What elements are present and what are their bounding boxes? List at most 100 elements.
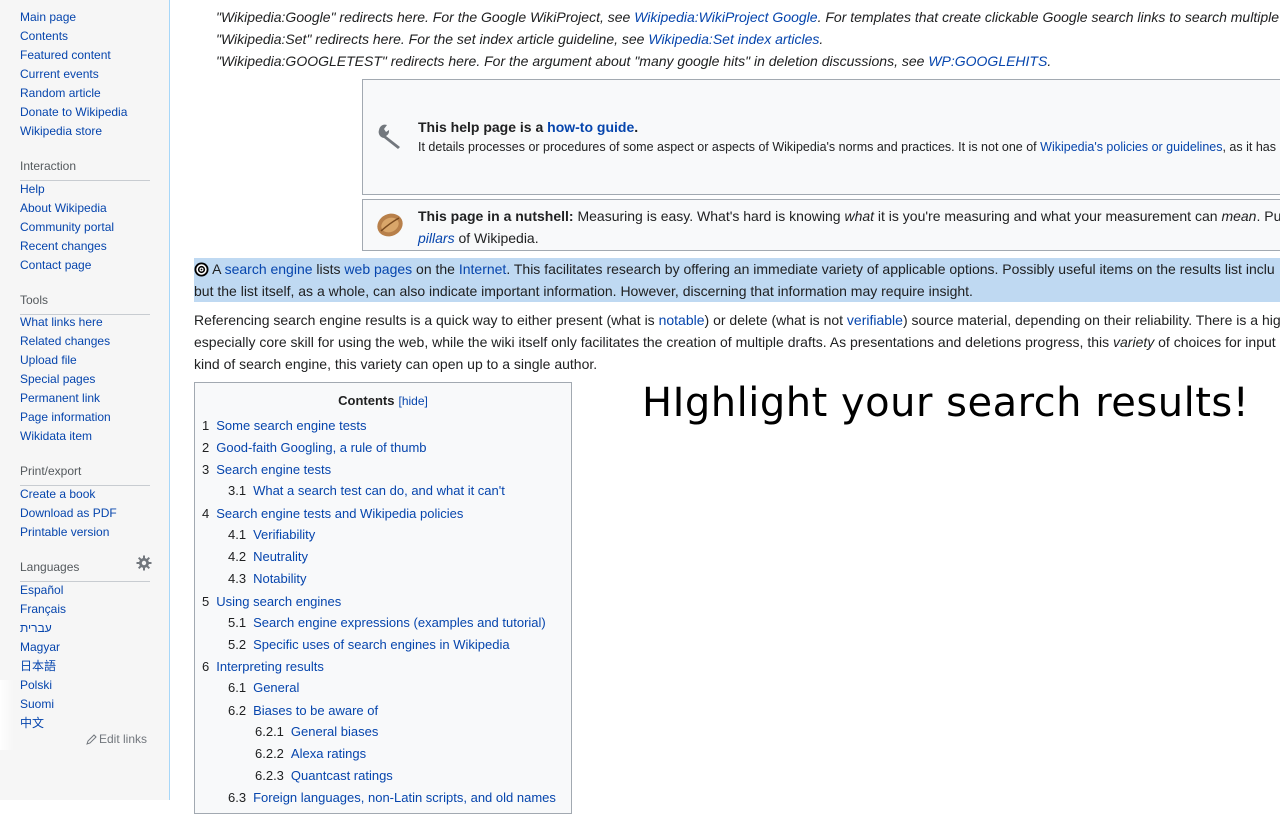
verifiable-link[interactable]: verifiable [847,312,903,328]
paragraph-text: of choices for input [1154,334,1276,350]
sidebar-link[interactable]: What links here [20,315,103,329]
sidebar-link[interactable]: Help [20,182,45,196]
hatnote-link[interactable]: Wikipedia:Set index articles [648,31,819,47]
sidebar-link[interactable]: Random article [20,86,101,100]
toc-item[interactable]: 4.2 Neutrality [228,549,308,564]
toc-item[interactable]: 6 Interpreting results [202,659,324,674]
toc-item[interactable]: 4.3 Notability [228,571,307,586]
language-link[interactable]: 中文 [20,716,44,730]
toc-item[interactable]: 6.2.3 Quantcast ratings [255,768,393,783]
sidebar-link[interactable]: About Wikipedia [20,201,107,215]
policies-link[interactable]: Wikipedia's policies or guidelines [1040,140,1222,154]
language-link[interactable]: Polski [20,678,52,692]
hatnote: "Wikipedia:Set" redirects here. For the … [216,28,823,50]
sidebar-link[interactable]: Wikidata item [20,429,92,443]
hatnote-link[interactable]: WP:GOOGLEHITS [928,53,1047,69]
sidebar-link[interactable]: Upload file [20,353,77,367]
howto-guide-box: This help page is a how-to guide. It det… [362,79,1280,195]
highlight-banner: HIghlight your search results! [642,380,1250,426]
toc-item[interactable]: 6.2.2 Alexa ratings [255,746,366,761]
hatnote-text: . [819,31,824,47]
toc-item[interactable]: 3.1 What a search test can do, and what i… [228,483,505,498]
sidebar-link[interactable]: Printable version [20,525,109,539]
paragraph-text: ) source material, depending on their re… [902,312,1280,328]
sidebar-heading-languages: Languages [20,559,150,582]
hatnote-text: "Wikipedia:GOOGLETEST" redirects here. F… [216,53,929,69]
paragraph-text: lists [312,261,345,277]
hatnote-text: "Wikipedia:Google" redirects here. For t… [216,9,635,25]
language-link[interactable]: Français [20,602,66,616]
main-content: "Wikipedia:Google" redirects here. For t… [170,0,1280,814]
sidebar-navigation: Main page Contents Featured content Curr… [0,8,169,141]
howto-description: It details processes or procedures of so… [418,140,1276,154]
toc-item[interactable]: 5.2 Specific uses of search engines in Wi… [228,637,510,652]
nutshell-text: Measuring is easy. What's hard is knowin… [573,208,845,224]
sidebar-tools: What links here Related changes Upload f… [0,313,169,446]
language-link[interactable]: Español [20,583,63,597]
wrench-icon [378,124,400,149]
internet-link[interactable]: Internet [459,261,506,277]
sidebar-link[interactable]: Current events [20,67,99,81]
sidebar-link[interactable]: Create a book [20,487,95,501]
sidebar-link[interactable]: Contact page [20,258,91,272]
language-link[interactable]: 日本語 [20,659,56,673]
sidebar-link[interactable]: Donate to Wikipedia [20,105,127,119]
web-pages-link[interactable]: web pages [344,261,412,277]
nutshell-text: . Pu [1256,208,1280,224]
search-engine-link[interactable]: search engine [225,261,313,277]
sidebar-print: Create a book Download as PDF Printable … [0,485,169,542]
toc-hide-toggle[interactable]: [hide] [398,394,427,408]
walnut-icon [377,213,403,237]
language-link[interactable]: Suomi [20,697,54,711]
sidebar-link[interactable]: Contents [20,29,68,43]
sidebar-link[interactable]: Main page [20,10,76,24]
sidebar-link[interactable]: Permanent link [20,391,100,405]
howto-text: It details processes or procedures of so… [418,140,1041,154]
sidebar-link[interactable]: Wikipedia store [20,124,102,138]
paragraph-text: on the [412,261,459,277]
sidebar-link[interactable]: Download as PDF [20,506,117,520]
hatnote-text: . [1047,53,1052,69]
nutshell-box: This page in a nutshell: Measuring is ea… [362,199,1280,251]
gear-icon[interactable] [136,555,152,571]
sidebar-link[interactable]: Community portal [20,220,114,234]
toc-item[interactable]: 6.1 General [228,680,299,695]
hatnote: "Wikipedia:GOOGLETEST" redirects here. F… [216,50,1051,72]
howto-title: This help page is a how-to guide. [418,119,638,135]
language-link[interactable]: Magyar [20,640,60,654]
toc-item[interactable]: 6.2 Biases to be aware of [228,703,378,718]
toc-title: Contents [hide] [195,393,571,408]
nutshell-line: pillars of Wikipedia. [418,227,539,249]
toc-item[interactable]: 6.3 Foreign languages, non-Latin scripts,… [228,790,556,805]
toc-item[interactable]: 4 Search engine tests and Wikipedia polic… [202,506,463,521]
hatnote-link[interactable]: Wikipedia:WikiProject Google [634,9,817,25]
sidebar-link[interactable]: Recent changes [20,239,107,253]
sidebar-link[interactable]: Special pages [20,372,95,386]
pillars-link[interactable]: pillars [418,230,455,246]
paragraph-line: but the list itself, as a whole, can als… [194,283,973,299]
paragraph-text: Referencing search engine results is a q… [194,312,659,328]
toc-item[interactable]: 5 Using search engines [202,594,341,609]
toc-item[interactable]: 1 Some search engine tests [202,418,367,433]
table-of-contents: Contents [hide] 1 Some search engine tests… [194,382,572,814]
sidebar-heading-interaction: Interaction [20,158,150,181]
toc-item[interactable]: 3 Search engine tests [202,462,331,477]
paragraph-line: Referencing search engine results is a q… [194,309,1280,331]
language-link[interactable]: עברית [20,621,52,635]
pencil-icon [86,733,97,745]
toc-item[interactable]: 2 Good-faith Googling, a rule of thumb [202,440,427,455]
sidebar-interaction: Help About Wikipedia Community portal Re… [0,180,169,275]
howto-guide-link[interactable]: how-to guide [547,119,634,135]
edit-links[interactable]: Edit links [86,732,147,746]
sidebar-link[interactable]: Related changes [20,334,110,348]
sidebar-link[interactable]: Page information [20,410,111,424]
paragraph-line: especially core skill for using the web,… [194,331,1276,353]
toc-heading: Contents [338,393,395,408]
toc-item[interactable]: 5.1 Search engine expressions (examples a… [228,615,546,630]
toc-item[interactable]: 4.1 Verifiability [228,527,315,542]
sidebar-link[interactable]: Featured content [20,48,111,62]
nutshell-line: This page in a nutshell: Measuring is ea… [418,205,1280,227]
notable-link[interactable]: notable [659,312,705,328]
toc-item[interactable]: 6.2.1 General biases [255,724,378,739]
hatnote: "Wikipedia:Google" redirects here. For t… [216,6,1279,28]
